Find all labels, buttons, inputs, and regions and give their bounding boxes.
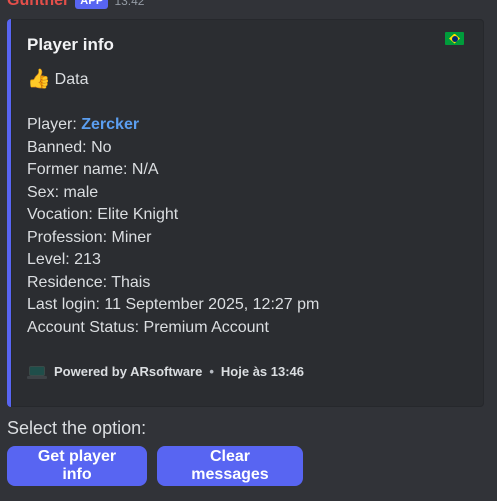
message-timestamp: 13:42 <box>114 0 145 8</box>
app-badge: APP <box>75 0 109 9</box>
player-info-embed: Player info 👍 Data Player: Zercker Banne… <box>7 19 484 407</box>
field-label: Vocation: <box>27 206 93 223</box>
field-value: No <box>91 138 112 156</box>
field-player: Player: Zercker <box>27 114 319 137</box>
field-last-login: Last login: 11 September 2025, 12:27 pm <box>27 294 319 317</box>
field-label: Residence: <box>27 273 108 291</box>
field-label: Banned: <box>27 138 87 156</box>
field-value: Premium Account <box>143 318 269 336</box>
field-label: Level: <box>27 251 70 268</box>
computer-icon <box>27 365 47 379</box>
field-profession: Profession: Miner <box>27 227 319 250</box>
field-sex: Sex: male <box>27 182 319 205</box>
field-value: Miner <box>111 228 152 246</box>
field-label: Last login: <box>27 296 100 313</box>
field-former-name: Former name: N/A <box>27 159 319 182</box>
field-value: 213 <box>74 251 101 268</box>
player-name-link[interactable]: Zercker <box>81 116 139 133</box>
author-name[interactable]: Gunther <box>7 0 69 11</box>
field-value: 11 September 2025, 12:27 pm <box>104 296 320 313</box>
message-header: Gunther APP 13:42 <box>7 0 144 11</box>
field-label: Player: <box>27 116 77 133</box>
brazil-flag-icon <box>445 32 464 45</box>
select-option-prompt: Select the option: <box>7 418 147 438</box>
action-buttons: Get player info Clear messages <box>7 446 303 486</box>
field-vocation: Vocation: Elite Knight <box>27 204 319 227</box>
field-value: Elite Knight <box>97 206 179 223</box>
field-label: Former name: <box>27 161 128 178</box>
embed-footer: Powered by ARsoftware • Hoje às 13:46 <box>27 364 304 379</box>
field-label: Sex: <box>27 183 60 201</box>
field-label: Account Status: <box>27 318 140 336</box>
get-player-info-button[interactable]: Get player info <box>7 446 147 486</box>
field-account-status: Account Status: Premium Account <box>27 317 319 340</box>
field-value: male <box>63 183 99 201</box>
thumbs-up-icon: 👍 <box>27 69 51 90</box>
player-fields: Player: Zercker Banned: No Former name: … <box>27 114 319 339</box>
embed-subtitle: 👍 Data <box>27 69 88 91</box>
field-value: Thais <box>111 273 151 291</box>
embed-title: Player info <box>27 35 114 54</box>
field-label: Profession: <box>27 228 108 246</box>
field-banned: Banned: No <box>27 137 319 160</box>
field-value: N/A <box>131 161 159 178</box>
footer-time: Hoje às 13:46 <box>220 364 305 379</box>
footer-separator: • <box>209 364 214 379</box>
footer-text: Powered by ARsoftware <box>54 364 203 379</box>
clear-messages-button[interactable]: Clear messages <box>157 446 303 486</box>
subtitle-text: Data <box>54 71 89 88</box>
field-level: Level: 213 <box>27 249 319 272</box>
field-residence: Residence: Thais <box>27 272 319 295</box>
